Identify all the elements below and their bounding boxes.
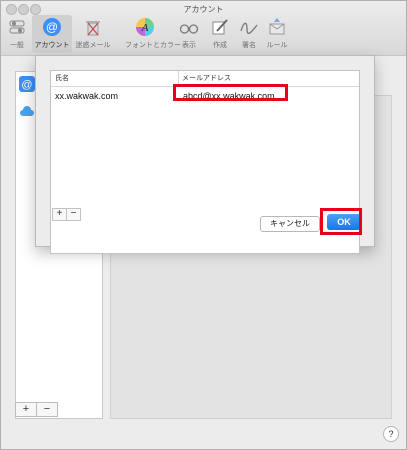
add-address-button[interactable]: + xyxy=(52,208,67,221)
help-button[interactable]: ? xyxy=(383,426,399,442)
svg-text:@: @ xyxy=(21,79,32,91)
font-color-icon: A xyxy=(136,18,154,36)
title-bar: アカウント 一般 @ アカウント 迷惑メール A フォントとカラー 表示 作成 … xyxy=(1,1,406,56)
account-item[interactable]: @ xyxy=(19,76,35,92)
toolbar-item-junk-mail[interactable]: 迷惑メール xyxy=(73,15,113,53)
cloud-icon xyxy=(20,106,34,116)
at-sign-icon: @ xyxy=(43,18,61,36)
toolbar-item-rules[interactable]: ルール xyxy=(257,15,297,53)
cancel-button[interactable]: キャンセル xyxy=(260,216,320,232)
window-title: アカウント xyxy=(183,5,224,14)
toolbar-item-label: ルール xyxy=(266,42,288,49)
compose-icon xyxy=(212,19,228,35)
toolbar-item-label: 迷惑メール xyxy=(75,42,111,49)
signature-icon xyxy=(240,22,258,35)
toolbar-item-fonts-colors[interactable]: A フォントとカラー xyxy=(125,15,181,53)
remove-account-button[interactable]: − xyxy=(36,402,58,417)
account-add-remove: + − xyxy=(15,402,103,417)
svg-text:@: @ xyxy=(46,20,58,34)
add-account-button[interactable]: + xyxy=(15,402,37,417)
toolbar-item-label: アカウント xyxy=(34,42,70,49)
column-header-name[interactable]: 氏名 xyxy=(55,73,69,83)
preferences-window: アカウント 一般 @ アカウント 迷惑メール A フォントとカラー 表示 作成 … xyxy=(0,0,407,450)
address-add-remove: + − xyxy=(52,208,81,221)
at-sign-icon: @ xyxy=(21,79,32,91)
remove-address-button[interactable]: − xyxy=(66,208,81,221)
rules-icon xyxy=(269,18,285,35)
switch-icon xyxy=(9,20,25,34)
account-item[interactable] xyxy=(19,104,35,120)
trash-icon xyxy=(86,21,100,36)
email-highlight-frame xyxy=(173,84,288,101)
name-cell[interactable]: xx.wakwak.com xyxy=(55,91,118,101)
ok-highlight-frame xyxy=(320,208,362,235)
svg-text:A: A xyxy=(141,22,149,34)
toolbar-item-accounts[interactable]: @ アカウント xyxy=(32,15,72,53)
toolbar-item-label: フォントとカラー xyxy=(125,42,181,49)
glasses-icon xyxy=(179,24,199,34)
column-header-email[interactable]: メールアドレス xyxy=(182,73,231,83)
